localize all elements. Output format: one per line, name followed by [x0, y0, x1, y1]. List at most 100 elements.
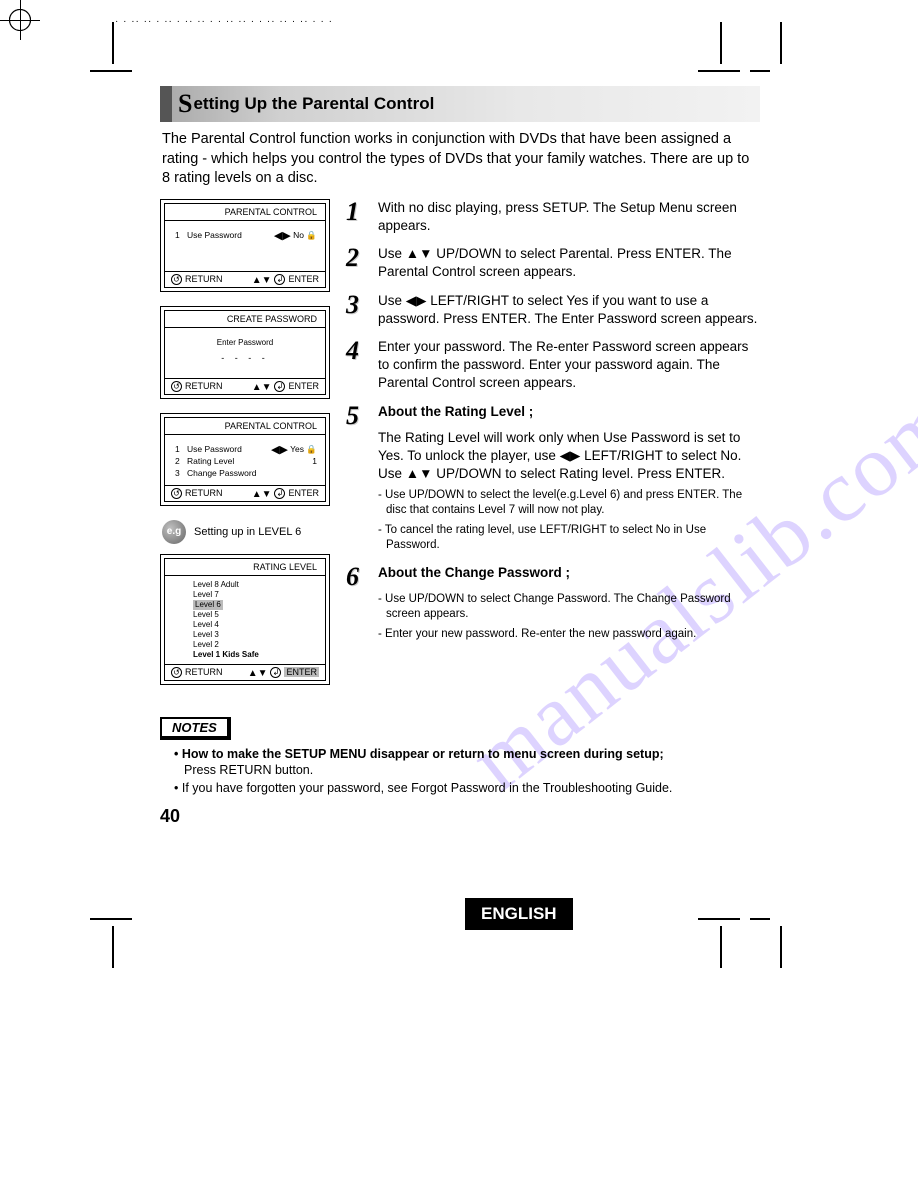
osd3-r3l: Change Password	[187, 468, 317, 478]
note-1-lead: • How to make the SETUP MENU disappear o…	[174, 747, 664, 761]
note-1-body: Press RETURN button.	[184, 763, 313, 777]
crop-mark-bottom-right-a	[698, 918, 748, 968]
enter-icon: ↲	[274, 274, 285, 285]
step-2-text: Use ▲▼ UP/DOWN to select Parental. Press…	[378, 245, 760, 281]
osd3-r3n: 3	[175, 468, 187, 478]
step-3-text: Use ◀▶ LEFT/RIGHT to select Yes if you w…	[378, 292, 760, 328]
osd3-r1v: Yes	[290, 444, 304, 454]
steps-column: 1 With no disc playing, press SETUP. The…	[346, 199, 760, 699]
step-3: 3 Use ◀▶ LEFT/RIGHT to select Yes if you…	[346, 292, 760, 328]
return-icon: ↺	[171, 381, 182, 392]
example-label: e.g Setting up in LEVEL 6	[162, 520, 330, 544]
step-number: 6	[346, 564, 368, 643]
ud-arrow-icon: ▲▼	[248, 668, 268, 679]
osd-screen-1: PARENTAL CONTROL 1 Use Password ◀▶ No 🔒 …	[160, 199, 330, 292]
step-1-text: With no disc playing, press SETUP. The S…	[378, 199, 760, 235]
osd2-foot-enter: ENTER	[288, 381, 319, 391]
page-content: S etting Up the Parental Control The Par…	[160, 86, 760, 827]
osd4-foot-enter: ENTER	[284, 667, 319, 677]
crop-mark-top-left	[90, 22, 140, 72]
step-4-text: Enter your password. The Re-enter Passwo…	[378, 338, 760, 393]
step-6: 6 About the Change Password ; - Use UP/D…	[346, 564, 760, 643]
osd3-r2v: 1	[312, 456, 317, 466]
osd1-title: PARENTAL CONTROL	[165, 204, 325, 221]
osd1-foot-enter: ENTER	[288, 274, 319, 284]
osd3-r2l: Rating Level	[187, 456, 312, 466]
step-number: 1	[346, 199, 368, 235]
ud-arrow-icon: ▲▼	[252, 275, 272, 286]
osd4-level: Level 1 Kids Safe	[193, 650, 259, 659]
lr-arrow-icon: ◀▶	[271, 443, 288, 456]
step-number: 4	[346, 338, 368, 393]
crop-mark-bottom-left	[90, 918, 140, 968]
enter-icon: ↲	[274, 381, 285, 392]
osd4-level: Level 3	[193, 630, 325, 640]
osd4-level: Level 8 Adult	[193, 580, 325, 590]
page-number: 40	[160, 806, 760, 827]
step-6-sub1: - Use UP/DOWN to select Change Password.…	[378, 592, 760, 623]
intro-paragraph: The Parental Control function works in c…	[162, 130, 758, 189]
osd4-title: RATING LEVEL	[165, 559, 325, 576]
return-icon: ↺	[171, 274, 182, 285]
osd-screen-3: PARENTAL CONTROL 1Use Password◀▶ Yes 🔒 2…	[160, 413, 330, 506]
osd2-title: CREATE PASSWORD	[165, 311, 325, 328]
language-badge: ENGLISH	[465, 898, 573, 930]
section-heading: S etting Up the Parental Control	[160, 86, 760, 122]
osd1-row1-num: 1	[175, 230, 187, 240]
lr-arrow-icon: ◀▶	[274, 229, 291, 242]
step-number: 2	[346, 245, 368, 281]
eg-text: Setting up in LEVEL 6	[194, 526, 301, 538]
osd4-level: Level 2	[193, 640, 325, 650]
osd1-foot-return: RETURN	[185, 274, 223, 284]
osd4-level: Level 4	[193, 620, 325, 630]
osd4-level-selected: Level 6	[193, 600, 223, 610]
crop-mark-bottom-right-b	[758, 918, 808, 968]
return-icon: ↺	[171, 488, 182, 499]
osd1-row1-label: Use Password	[187, 230, 274, 240]
osd3-title: PARENTAL CONTROL	[165, 418, 325, 435]
eg-badge: e.g	[162, 520, 186, 544]
enter-icon: ↲	[274, 488, 285, 499]
notes-label: NOTES	[160, 717, 231, 740]
crop-mark-top-right-a	[698, 22, 748, 72]
lock-icon: 🔒	[306, 230, 317, 240]
note-2: • If you have forgotten your password, s…	[174, 780, 760, 796]
step-number: 5	[346, 403, 368, 554]
osd-screen-2: CREATE PASSWORD Enter Password - - - - ↺…	[160, 306, 330, 399]
osd3-foot-return: RETURN	[185, 488, 223, 498]
step-5-sub2: - To cancel the rating level, use LEFT/R…	[378, 523, 760, 554]
step-number: 3	[346, 292, 368, 328]
osd4-level: Level 7	[193, 590, 325, 600]
step-6-heading: About the Change Password ;	[378, 564, 760, 582]
lock-icon: 🔒	[306, 444, 317, 454]
top-dot-row: · · ·· ·· · ·· · ·· ·· · · ·· ·· · · ·· …	[115, 16, 345, 27]
osd4-level: Level 5	[193, 610, 325, 620]
notes-section: NOTES • How to make the SETUP MENU disap…	[160, 717, 760, 797]
return-icon: ↺	[171, 667, 182, 678]
step-5: 5 About the Rating Level ; The Rating Le…	[346, 403, 760, 554]
osd-screen-4: RATING LEVEL Level 8 Adult Level 7 Level…	[160, 554, 330, 685]
osd2-center-label: Enter Password	[165, 328, 325, 353]
step-2: 2 Use ▲▼ UP/DOWN to select Parental. Pre…	[346, 245, 760, 281]
note-1: • How to make the SETUP MENU disappear o…	[174, 746, 760, 779]
osd-column: PARENTAL CONTROL 1 Use Password ◀▶ No 🔒 …	[160, 199, 330, 699]
ud-arrow-icon: ▲▼	[252, 382, 272, 393]
osd3-r1n: 1	[175, 444, 187, 454]
osd3-r2n: 2	[175, 456, 187, 466]
osd2-password-dashes: - - - -	[165, 353, 325, 371]
step-5-sub1: - Use UP/DOWN to select the level(e.g.Le…	[378, 488, 760, 519]
enter-icon: ↲	[270, 667, 281, 678]
heading-dropcap: S	[178, 89, 192, 119]
crop-mark-top-right-b	[758, 22, 808, 72]
heading-text: etting Up the Parental Control	[193, 94, 434, 114]
step-1: 1 With no disc playing, press SETUP. The…	[346, 199, 760, 235]
osd1-row1-value: No	[293, 230, 304, 240]
ud-arrow-icon: ▲▼	[252, 489, 272, 500]
step-4: 4 Enter your password. The Re-enter Pass…	[346, 338, 760, 393]
step-6-sub2: - Enter your new password. Re-enter the …	[378, 627, 760, 643]
osd2-foot-return: RETURN	[185, 381, 223, 391]
osd4-foot-return: RETURN	[185, 667, 223, 677]
step-5-body: The Rating Level will work only when Use…	[378, 429, 760, 484]
osd3-foot-enter: ENTER	[288, 488, 319, 498]
osd3-r1l: Use Password	[187, 444, 271, 454]
